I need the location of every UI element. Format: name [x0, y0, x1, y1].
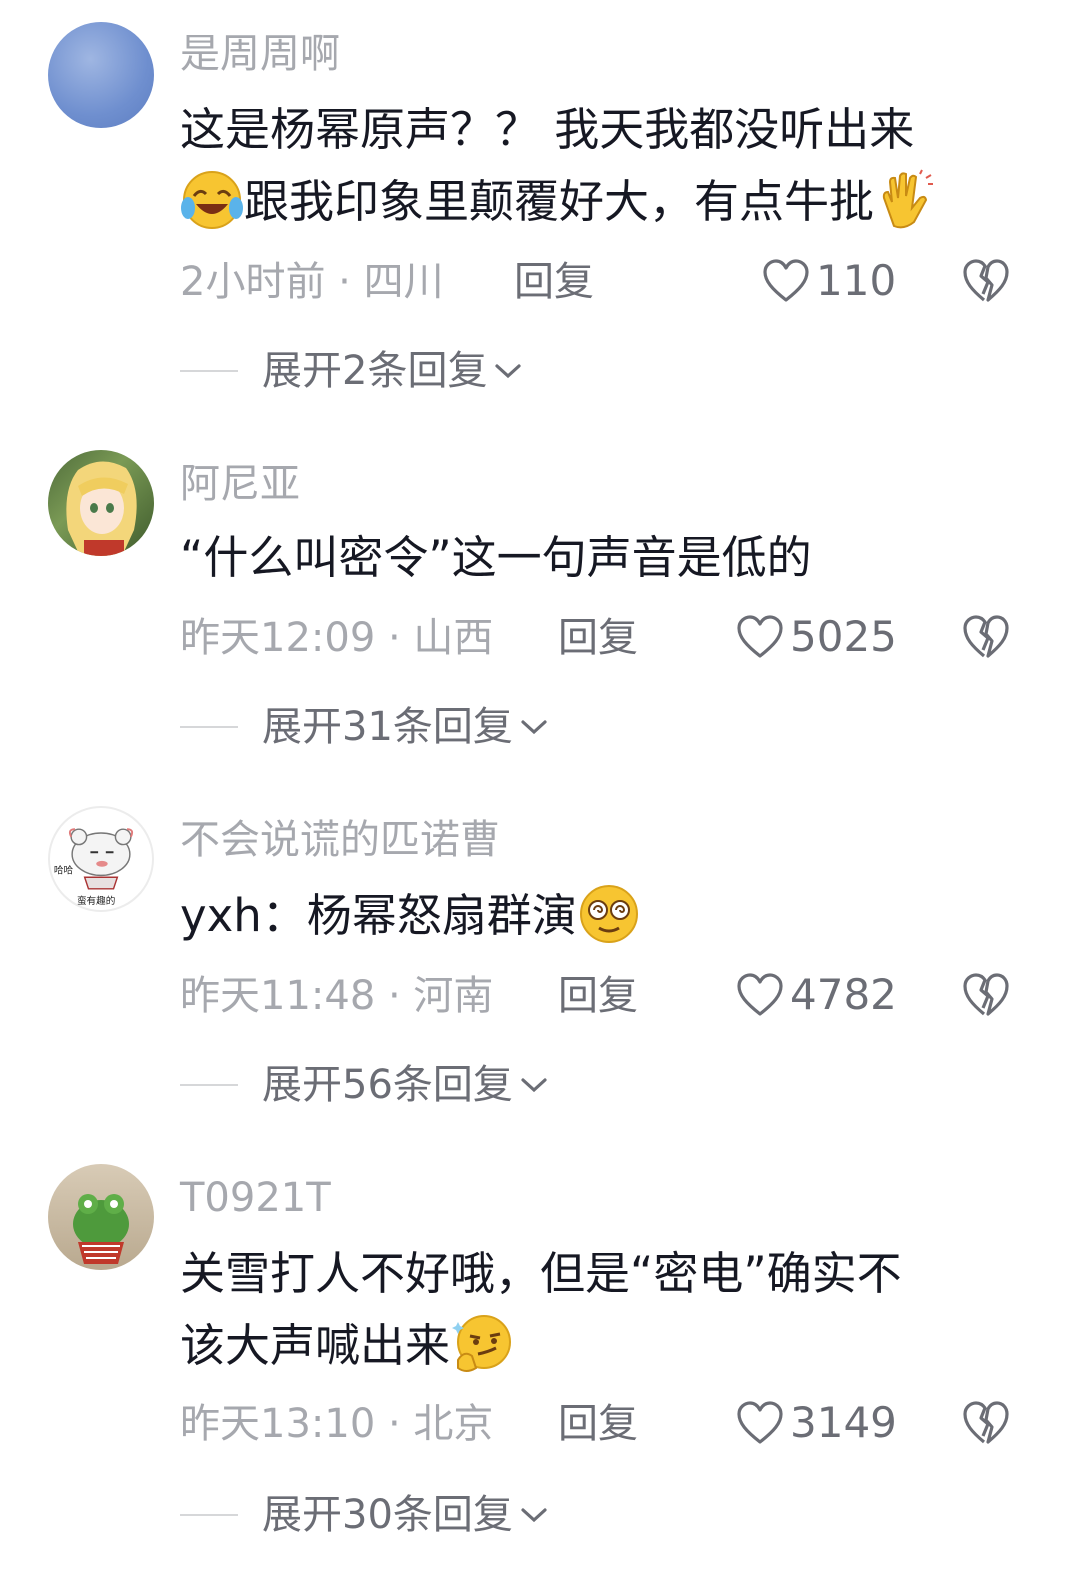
comment-text-segment: yxh：杨幂怒扇群演: [180, 889, 577, 942]
like-count: 4782: [790, 970, 897, 1019]
comment-text-line: 该大声喊出来: [180, 1310, 1030, 1382]
divider: [180, 726, 238, 728]
like-button[interactable]: 4782: [736, 970, 897, 1020]
expand-replies-button[interactable]: 展开31条回复: [180, 702, 549, 752]
divider: [180, 370, 238, 372]
comment-text: 这是杨幂原声？？ 我天我都没听出来 跟我印象里颠覆好大，有点牛批: [180, 94, 1030, 238]
avatar-caption: 蛮有趣的: [77, 895, 115, 907]
comment-text-line: 这是杨幂原声？？ 我天我都没听出来: [180, 103, 915, 156]
comment-text-segment: 跟我印象里颠覆好大，有点牛批: [244, 175, 875, 228]
broken-heart-icon[interactable]: [962, 972, 1010, 1018]
like-button[interactable]: 110: [762, 256, 896, 306]
reply-button[interactable]: 回复: [514, 258, 594, 306]
heart-icon: [763, 259, 809, 302]
chevron-down-icon: [521, 1078, 547, 1093]
heart-icon: [737, 615, 783, 658]
expand-replies-label: 展开31条回复: [262, 704, 513, 750]
comment-text: “什么叫密令”这一句声音是低的: [180, 531, 812, 584]
avatar[interactable]: [48, 1164, 154, 1270]
heart-icon: [737, 973, 783, 1016]
expand-replies-label: 展开30条回复: [262, 1492, 513, 1538]
like-button[interactable]: 3149: [736, 1398, 897, 1448]
broken-heart-icon[interactable]: [962, 614, 1010, 660]
broken-heart-icon[interactable]: [962, 1400, 1010, 1446]
laughing-crying-emoji: [181, 171, 243, 229]
comment-time-location: 昨天11:48 · 河南: [180, 973, 494, 1019]
comment-username[interactable]: 不会说谎的匹诺曹: [180, 816, 500, 864]
avatar-caption: 哈哈: [54, 864, 74, 876]
chevron-down-icon: [495, 364, 522, 379]
expand-replies-button[interactable]: 展开30条回复: [180, 1490, 549, 1540]
expand-replies-button[interactable]: 展开56条回复: [180, 1060, 549, 1110]
broken-heart-icon[interactable]: [962, 258, 1010, 304]
comment-text: yxh：杨幂怒扇群演: [180, 880, 1030, 952]
reply-button[interactable]: 回复: [558, 1400, 638, 1448]
comment-text-line: 跟我印象里颠覆好大，有点牛批: [180, 166, 1030, 238]
comment-username[interactable]: 是周周啊: [180, 30, 340, 78]
divider: [180, 1514, 238, 1516]
thinking-smirk-emoji: [452, 1315, 512, 1372]
comment-text-line: 关雪打人不好哦，但是“密电”确实不: [180, 1247, 902, 1300]
chevron-down-icon: [521, 1508, 547, 1523]
expand-replies-label: 展开2条回复: [262, 348, 488, 394]
comment-username[interactable]: 阿尼亚: [180, 460, 300, 508]
sheep-cartoon-icon: 哈哈 蛮有趣的: [54, 828, 134, 907]
expand-replies-button[interactable]: 展开2条回复: [180, 346, 523, 396]
frog-plush-icon: [73, 1194, 129, 1264]
avatar[interactable]: [48, 450, 154, 556]
divider: [180, 1084, 238, 1086]
comment-time-location: 昨天12:09 · 山西: [180, 615, 494, 661]
anime-girl-icon: [66, 461, 137, 556]
comment-time-location: 2小时前 · 四川: [180, 259, 444, 305]
like-button[interactable]: 5025: [736, 612, 897, 662]
avatar[interactable]: [48, 22, 154, 128]
heart-icon: [737, 1401, 783, 1444]
dazed-emoji: [579, 885, 638, 943]
comment-text: 关雪打人不好哦，但是“密电”确实不 该大声喊出来: [180, 1238, 1030, 1382]
reply-button[interactable]: 回复: [558, 614, 638, 662]
reply-button[interactable]: 回复: [558, 972, 638, 1020]
avatar[interactable]: 哈哈 蛮有趣的: [48, 806, 154, 912]
comment-time-location: 昨天13:10 · 北京: [180, 1401, 494, 1447]
like-count: 5025: [790, 612, 897, 661]
comment-text-segment: 该大声喊出来: [180, 1319, 451, 1372]
expand-replies-label: 展开56条回复: [262, 1062, 513, 1108]
comment-username[interactable]: T0921T: [180, 1174, 331, 1222]
like-count: 110: [816, 256, 897, 305]
clapping-hands-emoji: [882, 169, 934, 229]
chevron-down-icon: [521, 720, 547, 735]
like-count: 3149: [790, 1398, 897, 1447]
